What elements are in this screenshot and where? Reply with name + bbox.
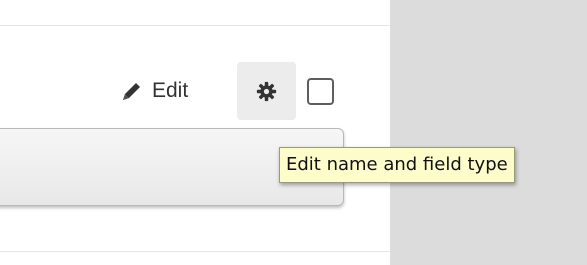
right-side-panel [390, 0, 587, 265]
tooltip: Edit name and field type [279, 147, 515, 183]
top-divider [0, 25, 390, 26]
settings-button[interactable] [237, 62, 296, 120]
bottom-divider [0, 251, 390, 252]
edit-button-label: Edit [152, 79, 189, 102]
select-checkbox[interactable] [307, 78, 334, 105]
pencil-icon [123, 83, 140, 100]
gear-icon [256, 81, 277, 101]
main-panel: Edit [0, 0, 390, 265]
edit-button[interactable]: Edit [112, 68, 196, 114]
